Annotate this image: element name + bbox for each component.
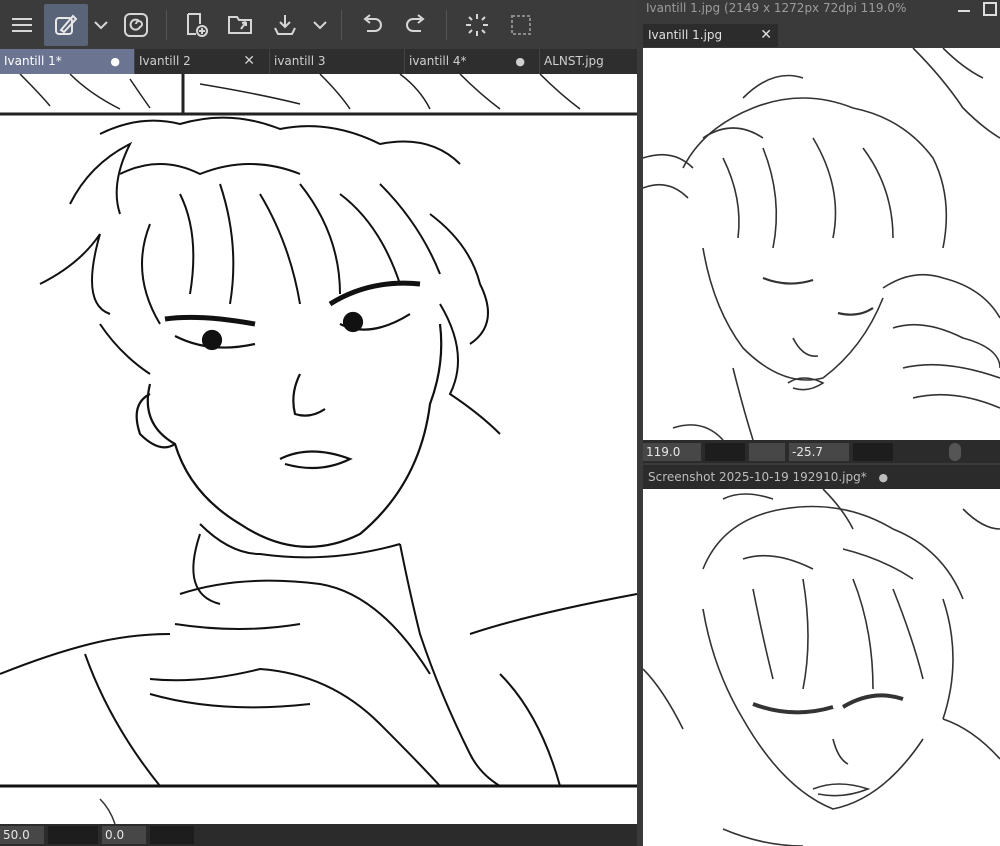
selection-button[interactable]	[499, 4, 543, 46]
tab-label: ivantill 4*	[409, 54, 467, 68]
redo-button[interactable]	[394, 4, 438, 46]
pen-settings-button[interactable]	[44, 3, 88, 46]
maximize-icon	[983, 2, 997, 16]
undo-button[interactable]	[350, 4, 394, 46]
line-art-drawing	[0, 74, 637, 824]
rotation-slider[interactable]	[150, 826, 194, 844]
tab-label: Ivantill 1*	[4, 54, 62, 68]
spiral-icon	[124, 12, 148, 37]
loading-button[interactable]	[455, 4, 499, 46]
maximize-button[interactable]	[982, 1, 998, 17]
drawing-canvas[interactable]	[0, 74, 637, 824]
export-button[interactable]	[263, 4, 307, 46]
sub-scroll-handle[interactable]	[949, 442, 961, 461]
open-folder-button[interactable]	[219, 4, 263, 46]
toolbar-separator	[446, 9, 447, 40]
app-window: Ivantill 1* ● Ivantill 2 ✕ ivantill 3 iv…	[0, 0, 1000, 846]
minimize-button[interactable]	[956, 2, 972, 18]
reference-image-1	[643, 48, 1000, 440]
sub-window-2-canvas[interactable]	[643, 489, 1000, 846]
sub-rotation-field[interactable]: -25.7	[789, 442, 849, 461]
sub-zoom-reset[interactable]	[749, 442, 785, 461]
sub-window-1-title: Ivantill 1.jpg (2149 x 1272px 72dpi 119.…	[646, 1, 907, 15]
tab-ivantill-3[interactable]: ivantill 3	[270, 49, 405, 74]
main-status-bar: 50.0 0.0	[0, 824, 637, 846]
unsaved-dot-icon: ●	[110, 55, 120, 68]
toolbar	[0, 0, 637, 49]
new-layer-button[interactable]	[175, 4, 219, 46]
loading-icon	[466, 13, 488, 36]
minimize-icon	[958, 10, 970, 12]
document-tabs: Ivantill 1* ● Ivantill 2 ✕ ivantill 3 iv…	[0, 49, 637, 74]
menu-button[interactable]	[0, 4, 44, 46]
new-layer-icon	[187, 12, 208, 37]
tab-ivantill-1[interactable]: Ivantill 1* ●	[0, 49, 135, 74]
sub-window-1-tab[interactable]: Ivantill 1.jpg ✕	[643, 24, 778, 47]
close-icon[interactable]: ✕	[243, 49, 255, 74]
tab-label: ivantill 3	[274, 54, 326, 68]
toolbar-separator	[341, 9, 342, 40]
sub-zoom-slider[interactable]	[705, 442, 745, 461]
tab-ivantill-2[interactable]: Ivantill 2 ✕	[135, 49, 270, 74]
tab-label: Ivantill 1.jpg	[648, 28, 723, 42]
zoom-field[interactable]: 50.0	[0, 826, 44, 844]
sub-window-1-canvas[interactable]	[643, 48, 1000, 440]
tab-alnst[interactable]: ALNST.jpg	[540, 49, 637, 74]
sub-zoom-field[interactable]: 119.0	[643, 442, 701, 461]
sub-window-2-tab[interactable]: Screenshot 2025-10-19 192910.jpg* ●	[643, 465, 1000, 489]
open-folder-icon	[228, 15, 252, 34]
undo-icon	[363, 13, 382, 32]
redo-icon	[406, 13, 425, 32]
sub-rotation-slider[interactable]	[853, 442, 893, 461]
chevron-down-icon	[94, 20, 108, 29]
zoom-slider[interactable]	[48, 826, 98, 844]
menu-icon	[12, 17, 32, 32]
spiral-button[interactable]	[114, 4, 158, 46]
reference-image-2	[643, 489, 1000, 846]
export-dropdown-button[interactable]	[307, 4, 333, 46]
tab-label: Screenshot 2025-10-19 192910.jpg*	[648, 470, 867, 484]
toolbar-separator	[166, 9, 167, 40]
tab-label: ALNST.jpg	[544, 54, 604, 68]
unsaved-dot-icon: ●	[515, 55, 525, 68]
selection-icon	[511, 14, 531, 35]
export-icon	[274, 14, 296, 35]
sub-window-1-status-bar: 119.0 -25.7	[643, 440, 1000, 463]
pen-settings-icon	[55, 14, 78, 35]
tab-label: Ivantill 2	[139, 54, 191, 68]
unsaved-dot-icon: ●	[878, 471, 889, 484]
pen-dropdown-button[interactable]	[88, 4, 114, 46]
rotation-field[interactable]: 0.0	[102, 826, 146, 844]
close-icon[interactable]: ✕	[760, 24, 772, 47]
tab-ivantill-4[interactable]: ivantill 4* ●	[405, 49, 540, 74]
main-window: Ivantill 1* ● Ivantill 2 ✕ ivantill 3 iv…	[0, 0, 637, 846]
chevron-down-icon	[313, 20, 327, 29]
